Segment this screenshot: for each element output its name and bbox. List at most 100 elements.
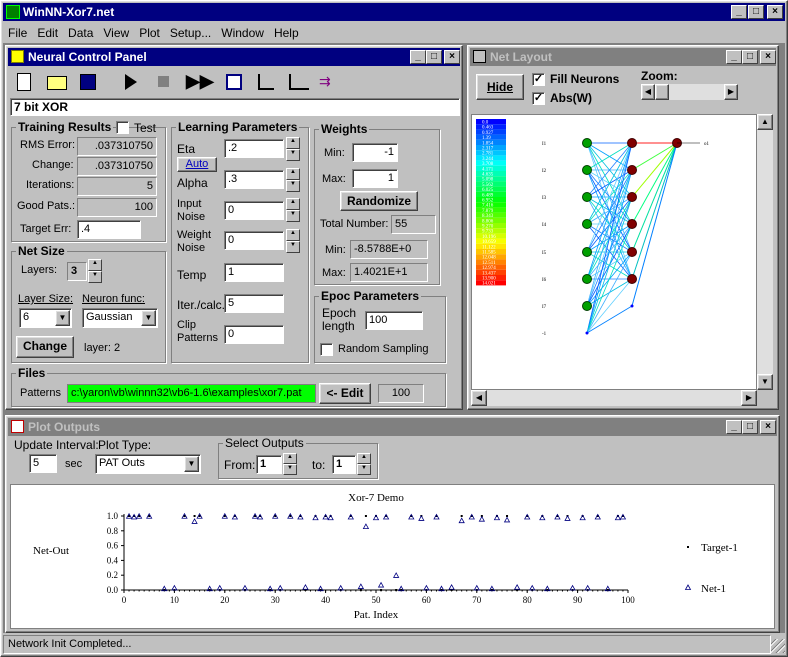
bar-chart-icon[interactable] xyxy=(258,74,274,90)
dropdown-arrow-icon[interactable]: ▼ xyxy=(141,310,156,326)
x-tick-label: 90 xyxy=(573,595,583,605)
nl-close-button[interactable]: × xyxy=(760,50,776,64)
play-icon[interactable] xyxy=(125,74,137,90)
spin-down-icon[interactable]: ▼ xyxy=(283,464,297,475)
zoom-left-arrow-icon[interactable]: ◀ xyxy=(641,84,655,100)
abs-w-checkbox[interactable]: ✓ xyxy=(532,92,545,105)
alpha-spinner[interactable]: ▲ ▼ xyxy=(286,168,300,192)
target-err-input[interactable]: .4 xyxy=(77,220,141,239)
menu-edit[interactable]: Edit xyxy=(37,26,58,40)
fast-forward-icon[interactable]: ▶▶ xyxy=(186,72,214,90)
temp-input[interactable]: 1 xyxy=(224,263,284,282)
maximize-button[interactable]: □ xyxy=(748,5,764,19)
stop-icon[interactable] xyxy=(158,76,169,87)
layers-spinner[interactable]: ▲ ▼ xyxy=(88,259,102,283)
eta-input[interactable]: .2 xyxy=(224,139,284,158)
table-icon[interactable] xyxy=(226,74,242,90)
open-folder-icon[interactable] xyxy=(47,76,67,90)
x-tick-label: 0 xyxy=(122,595,127,605)
plot-close-button[interactable]: × xyxy=(760,420,776,434)
resize-grip-icon[interactable] xyxy=(771,639,785,653)
randomize-button[interactable]: Randomize xyxy=(340,191,418,211)
hide-button[interactable]: Hide xyxy=(476,74,524,100)
dropdown-arrow-icon[interactable]: ▼ xyxy=(55,310,70,326)
spin-up-icon[interactable]: ▲ xyxy=(286,137,300,149)
ncp-maximize-button[interactable]: □ xyxy=(426,50,442,64)
spin-down-icon[interactable]: ▼ xyxy=(88,271,102,283)
scroll-up-icon[interactable]: ▲ xyxy=(757,114,773,130)
plot-type-select[interactable]: PAT Outs ▼ xyxy=(95,454,201,474)
input-noise-input[interactable]: 0 xyxy=(224,201,284,220)
edit-patterns-button[interactable]: <- Edit xyxy=(319,383,371,404)
menu-data[interactable]: Data xyxy=(68,26,93,40)
to-label: to: xyxy=(312,458,326,472)
zoom-slider[interactable]: ◀ ▶ xyxy=(641,84,738,100)
change-button[interactable]: Change xyxy=(16,336,74,358)
nl-vscroll[interactable]: ▲ ▼ xyxy=(757,114,773,390)
menu-help[interactable]: Help xyxy=(274,26,299,40)
scroll-left-icon[interactable]: ◀ xyxy=(471,390,487,406)
fill-neurons-checkbox[interactable]: ✓ xyxy=(532,73,545,86)
input-neuron xyxy=(582,274,592,284)
from-input[interactable]: 1 xyxy=(256,455,282,474)
weight-noise-input[interactable]: 0 xyxy=(224,231,284,250)
epoch-length-input[interactable]: 100 xyxy=(365,311,423,330)
zoom-thumb[interactable] xyxy=(655,84,669,100)
menu-window[interactable]: Window xyxy=(221,26,264,40)
from-spinner[interactable]: ▲ ▼ xyxy=(283,453,297,475)
ncp-minimize-button[interactable]: _ xyxy=(410,50,426,64)
network-icon[interactable]: ⇉ xyxy=(319,74,341,90)
weight-noise-spinner[interactable]: ▲ ▼ xyxy=(286,229,300,253)
update-interval-input[interactable]: 5 xyxy=(29,454,57,473)
spin-down-icon[interactable]: ▼ xyxy=(286,180,300,192)
spin-down-icon[interactable]: ▼ xyxy=(286,241,300,253)
test-checkbox[interactable] xyxy=(116,121,129,134)
weights-min-input[interactable]: -1 xyxy=(352,143,398,162)
ncp-close-button[interactable]: × xyxy=(444,50,460,64)
save-disk-icon[interactable] xyxy=(80,74,96,90)
iter-calc-input[interactable]: 5 xyxy=(224,294,284,313)
dropdown-arrow-icon[interactable]: ▼ xyxy=(184,456,199,472)
clip-patterns-input[interactable]: 0 xyxy=(224,325,284,344)
weights-max-input[interactable]: 1 xyxy=(352,169,398,188)
minimize-button[interactable]: _ xyxy=(731,5,747,19)
patterns-path-field[interactable]: c:\yaron\vb\winnn32\vb6-1.6\examples\xor… xyxy=(67,384,316,403)
curve-chart-icon[interactable] xyxy=(289,74,309,90)
eta-spinner[interactable]: ▲ ▼ xyxy=(286,137,300,161)
auto-button[interactable]: Auto xyxy=(177,157,217,172)
scroll-right-icon[interactable]: ▶ xyxy=(741,390,757,406)
net-point xyxy=(539,514,546,521)
spin-up-icon[interactable]: ▲ xyxy=(286,198,300,210)
weights-min-label: Min: xyxy=(324,147,345,159)
spin-up-icon[interactable]: ▲ xyxy=(286,229,300,241)
spin-up-icon[interactable]: ▲ xyxy=(357,453,371,464)
menu-file[interactable]: File xyxy=(8,26,27,40)
nl-minimize-button[interactable]: _ xyxy=(726,50,742,64)
spin-up-icon[interactable]: ▲ xyxy=(88,259,102,271)
spin-down-icon[interactable]: ▼ xyxy=(357,464,371,475)
to-input[interactable]: 1 xyxy=(332,455,356,474)
menu-plot[interactable]: Plot xyxy=(139,26,160,40)
zoom-right-arrow-icon[interactable]: ▶ xyxy=(724,84,738,100)
layer-size-select[interactable]: 6 ▼ xyxy=(19,308,72,328)
plot-maximize-button[interactable]: □ xyxy=(742,420,758,434)
to-spinner[interactable]: ▲ ▼ xyxy=(357,453,371,475)
input-noise-spinner[interactable]: ▲ ▼ xyxy=(286,198,300,222)
menu-view[interactable]: View xyxy=(103,26,129,40)
nl-hscroll[interactable]: ◀ ▶ xyxy=(471,390,757,406)
menu-setup[interactable]: Setup... xyxy=(170,26,211,40)
input-label: -1 xyxy=(542,332,547,337)
plot-minimize-button[interactable]: _ xyxy=(726,420,742,434)
spin-up-icon[interactable]: ▲ xyxy=(286,168,300,180)
alpha-input[interactable]: .3 xyxy=(224,170,284,189)
scroll-down-icon[interactable]: ▼ xyxy=(757,374,773,390)
nl-maximize-button[interactable]: □ xyxy=(742,50,758,64)
random-sampling-checkbox[interactable] xyxy=(320,343,333,356)
neuron-func-select[interactable]: Gaussian ▼ xyxy=(82,308,158,328)
new-file-icon[interactable] xyxy=(17,73,31,91)
problem-title-field[interactable]: 7 bit XOR xyxy=(10,98,460,116)
spin-up-icon[interactable]: ▲ xyxy=(283,453,297,464)
spin-down-icon[interactable]: ▼ xyxy=(286,210,300,222)
spin-down-icon[interactable]: ▼ xyxy=(286,149,300,161)
close-button[interactable]: × xyxy=(767,5,783,19)
